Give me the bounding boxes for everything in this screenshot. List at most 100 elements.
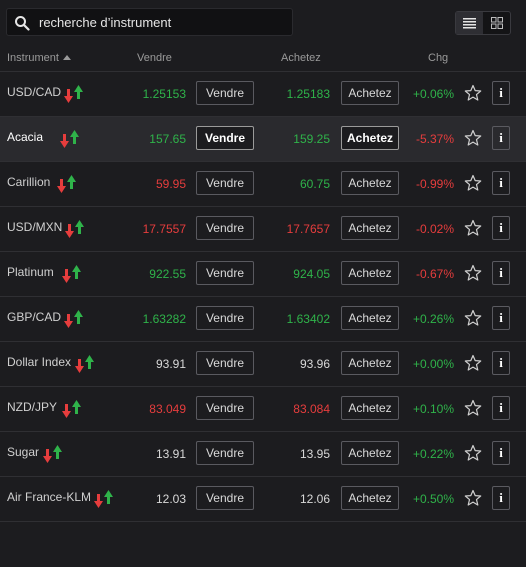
- star-icon[interactable]: [464, 354, 482, 372]
- sell-button[interactable]: Vendre: [196, 216, 254, 240]
- sell-price: 922.55: [149, 267, 186, 281]
- star-icon[interactable]: [464, 309, 482, 327]
- sell-button[interactable]: Vendre: [196, 306, 254, 330]
- up-down-arrows-icon: [57, 175, 76, 193]
- change-percent: +0.26%: [412, 312, 454, 326]
- sell-button[interactable]: Vendre: [196, 126, 254, 150]
- buy-price: 83.084: [293, 402, 330, 416]
- up-down-arrows-icon: [43, 445, 62, 463]
- search-icon: [15, 16, 30, 31]
- header-buy[interactable]: Achetez: [281, 52, 321, 64]
- buy-button[interactable]: Achetez: [341, 171, 399, 195]
- instrument-name[interactable]: Carillion: [7, 175, 50, 189]
- sell-price: 1.25153: [142, 87, 186, 101]
- buy-button[interactable]: Achetez: [341, 216, 399, 240]
- instrument-name[interactable]: GBP/CAD: [7, 310, 61, 324]
- instrument-row[interactable]: USD/CAD 1.25153 Vendre 1.25183 Achetez +…: [0, 72, 526, 117]
- info-icon[interactable]: i: [492, 261, 510, 285]
- info-icon[interactable]: i: [492, 216, 510, 240]
- view-toggle[interactable]: [455, 11, 511, 35]
- sell-price: 157.65: [149, 132, 186, 146]
- sell-button[interactable]: Vendre: [196, 441, 254, 465]
- instrument-row[interactable]: Platinum 922.55 Vendre 924.05 Achetez -0…: [0, 252, 526, 297]
- instrument-name[interactable]: Acacia: [7, 130, 43, 144]
- star-icon[interactable]: [464, 264, 482, 282]
- buy-price: 159.25: [293, 132, 330, 146]
- header-sell[interactable]: Vendre: [137, 52, 172, 64]
- buy-button[interactable]: Achetez: [341, 486, 399, 510]
- change-percent: -0.99%: [415, 177, 454, 191]
- instrument-name[interactable]: USD/MXN: [7, 220, 62, 234]
- buy-button[interactable]: Achetez: [341, 306, 399, 330]
- info-icon[interactable]: i: [492, 396, 510, 420]
- instrument-row[interactable]: Air France-KLM 12.03 Vendre 12.06 Achete…: [0, 477, 526, 522]
- info-icon[interactable]: i: [492, 81, 510, 105]
- list-icon: [463, 17, 476, 28]
- header-instrument[interactable]: Instrument: [7, 52, 71, 64]
- info-icon[interactable]: i: [492, 126, 510, 150]
- buy-button[interactable]: Achetez: [341, 261, 399, 285]
- buy-button[interactable]: Achetez: [341, 126, 399, 150]
- star-icon[interactable]: [464, 84, 482, 102]
- star-icon[interactable]: [464, 399, 482, 417]
- up-down-arrows-icon: [75, 355, 94, 373]
- star-icon[interactable]: [464, 219, 482, 237]
- header-change[interactable]: Chg: [428, 52, 448, 64]
- instrument-row[interactable]: Carillion 59.95 Vendre 60.75 Achetez -0.…: [0, 162, 526, 207]
- up-down-arrows-icon: [65, 220, 84, 238]
- buy-button[interactable]: Achetez: [341, 396, 399, 420]
- buy-button[interactable]: Achetez: [341, 81, 399, 105]
- sell-button[interactable]: Vendre: [196, 81, 254, 105]
- up-down-arrows-icon: [60, 130, 79, 148]
- sort-ascending-icon: [62, 55, 71, 60]
- grid-view-button[interactable]: [483, 12, 510, 34]
- buy-price: 924.05: [293, 267, 330, 281]
- instrument-row[interactable]: Dollar Index 93.91 Vendre 93.96 Achetez …: [0, 342, 526, 387]
- instrument-name[interactable]: Air France-KLM: [7, 490, 91, 504]
- instrument-name[interactable]: Dollar Index: [7, 355, 71, 369]
- buy-price: 12.06: [299, 492, 330, 506]
- sell-price: 93.91: [155, 357, 186, 371]
- up-down-arrows-icon: [62, 400, 81, 418]
- star-icon[interactable]: [464, 489, 482, 507]
- instrument-name[interactable]: Platinum: [7, 265, 54, 279]
- instrument-row[interactable]: NZD/JPY 83.049 Vendre 83.084 Achetez +0.…: [0, 387, 526, 432]
- header-instrument-label: Instrument: [7, 52, 59, 64]
- instrument-name[interactable]: USD/CAD: [7, 85, 61, 99]
- star-icon[interactable]: [464, 129, 482, 147]
- info-icon[interactable]: i: [492, 306, 510, 330]
- change-percent: -0.02%: [415, 222, 454, 236]
- info-icon[interactable]: i: [492, 441, 510, 465]
- info-icon[interactable]: i: [492, 486, 510, 510]
- sell-button[interactable]: Vendre: [196, 261, 254, 285]
- change-percent: -0.67%: [415, 267, 454, 281]
- star-icon[interactable]: [464, 444, 482, 462]
- buy-price: 93.96: [299, 357, 330, 371]
- buy-price: 1.25183: [286, 87, 330, 101]
- buy-button[interactable]: Achetez: [341, 441, 399, 465]
- info-icon[interactable]: i: [492, 171, 510, 195]
- star-icon[interactable]: [464, 174, 482, 192]
- sell-price: 13.91: [155, 447, 186, 461]
- instrument-list: USD/CAD 1.25153 Vendre 1.25183 Achetez +…: [0, 72, 526, 522]
- instrument-search[interactable]: [6, 8, 293, 36]
- sell-button[interactable]: Vendre: [196, 486, 254, 510]
- search-input[interactable]: [39, 12, 279, 32]
- sell-button[interactable]: Vendre: [196, 396, 254, 420]
- list-view-button[interactable]: [456, 12, 483, 34]
- instrument-name[interactable]: NZD/JPY: [7, 400, 57, 414]
- sell-price: 59.95: [155, 177, 186, 191]
- change-percent: +0.10%: [412, 402, 454, 416]
- sell-button[interactable]: Vendre: [196, 171, 254, 195]
- sell-price: 1.63282: [142, 312, 186, 326]
- info-icon[interactable]: i: [492, 351, 510, 375]
- sell-button[interactable]: Vendre: [196, 351, 254, 375]
- instrument-row[interactable]: Acacia 157.65 Vendre 159.25 Achetez -5.3…: [0, 117, 526, 162]
- change-percent: -5.37%: [415, 132, 454, 146]
- sell-price: 17.7557: [142, 222, 186, 236]
- instrument-row[interactable]: Sugar 13.91 Vendre 13.95 Achetez +0.22% …: [0, 432, 526, 477]
- instrument-row[interactable]: USD/MXN 17.7557 Vendre 17.7657 Achetez -…: [0, 207, 526, 252]
- instrument-row[interactable]: GBP/CAD 1.63282 Vendre 1.63402 Achetez +…: [0, 297, 526, 342]
- buy-button[interactable]: Achetez: [341, 351, 399, 375]
- instrument-name[interactable]: Sugar: [7, 445, 39, 459]
